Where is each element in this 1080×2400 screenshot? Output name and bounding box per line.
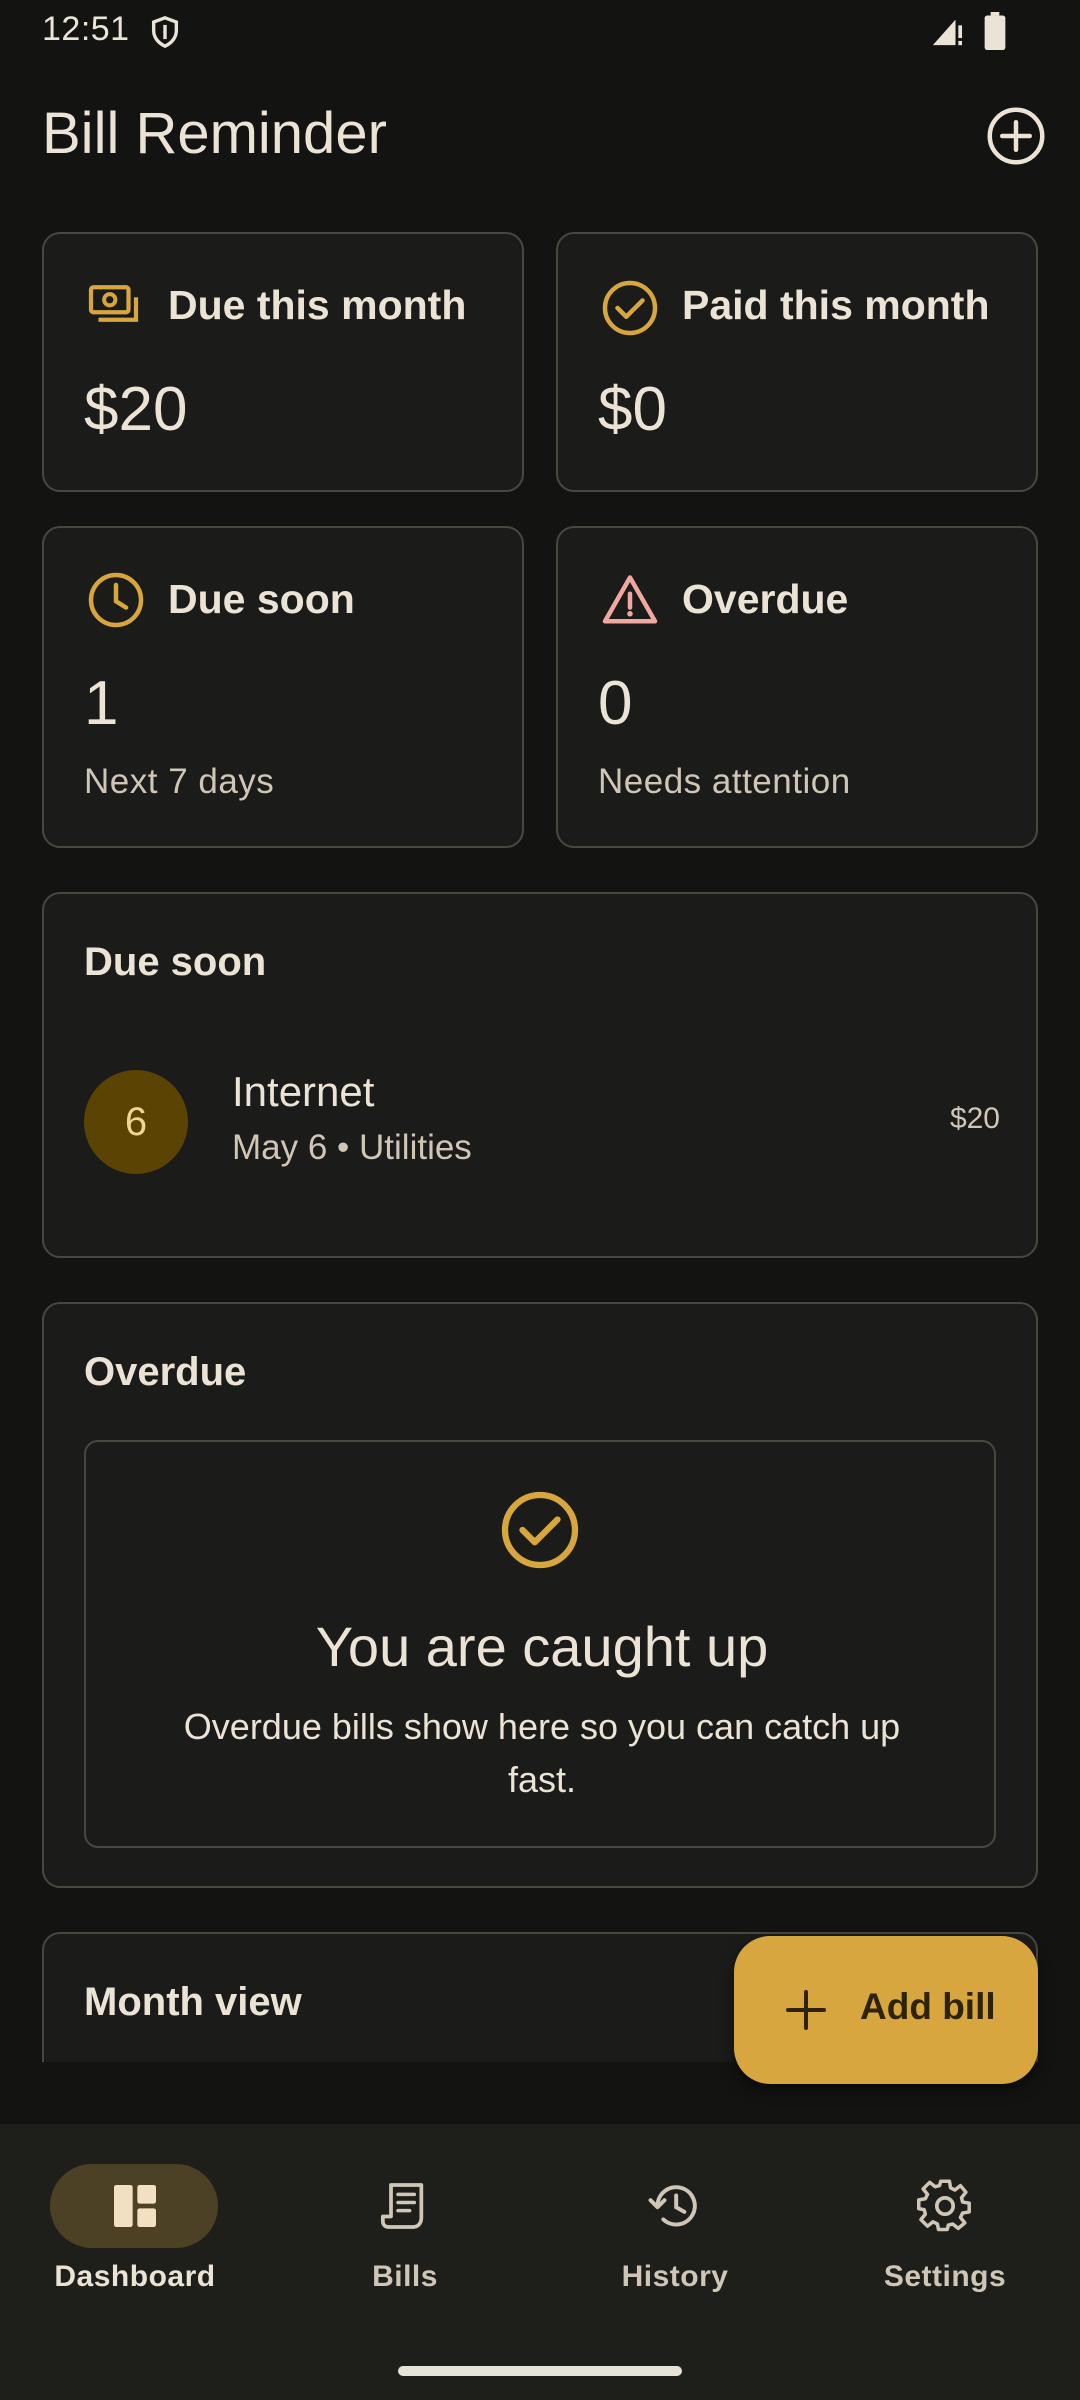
nav-label: Settings (883, 2260, 1007, 2293)
stat-label: Due this month (168, 282, 467, 328)
nav-label: Dashboard (54, 2260, 216, 2293)
bottom-navigation: Dashboard Bills History Settings (0, 2124, 1080, 2400)
bill-name: Internet (232, 1068, 375, 1115)
stat-card-due-this-month: Due this month $20 (42, 232, 524, 492)
nav-item-bills[interactable]: Bills (270, 2124, 540, 2324)
home-indicator[interactable] (398, 2366, 682, 2376)
stat-subtitle: Needs attention (598, 762, 851, 801)
status-bar: 12:51 (0, 0, 1080, 64)
stat-card-due-soon: Due soon 1 Next 7 days (42, 526, 524, 848)
add-bill-button[interactable]: Add bill (734, 1936, 1038, 2084)
section-title: Overdue (84, 1350, 247, 1394)
stat-value: $20 (84, 375, 188, 444)
overdue-section: Overdue You are caught up Overdue bills … (42, 1302, 1038, 1888)
bill-amount: $20 (949, 1102, 1000, 1135)
empty-state-title: You are caught up (315, 1615, 769, 1678)
receipt-icon (380, 2183, 424, 2229)
stat-label: Due soon (168, 576, 355, 622)
nav-item-settings[interactable]: Settings (810, 2124, 1080, 2324)
stat-card-paid-this-month: Paid this month $0 (556, 232, 1038, 492)
add-circle-icon[interactable] (986, 106, 1046, 166)
stat-subtitle: Next 7 days (84, 762, 275, 801)
clock-icon (88, 572, 144, 628)
bill-day-avatar: 6 (84, 1070, 188, 1174)
empty-state-description: Overdue bills show here so you can catch… (183, 1706, 901, 1800)
check-circle-icon (602, 280, 658, 336)
battery-icon (984, 12, 1006, 50)
check-circle-icon (501, 1491, 579, 1569)
warning-icon (602, 575, 658, 624)
nav-item-history[interactable]: History (540, 2124, 810, 2324)
dashboard-icon (114, 2185, 156, 2227)
stat-value: $0 (598, 375, 667, 444)
section-title: Month view (84, 1980, 302, 2024)
stat-label: Overdue (682, 576, 849, 622)
empty-state-card: You are caught up Overdue bills show her… (84, 1440, 996, 1848)
stat-label: Paid this month (682, 282, 990, 328)
plus-icon (786, 1990, 826, 2030)
nav-label: History (621, 2260, 729, 2293)
shield-icon (151, 16, 179, 49)
stat-card-overdue: Overdue 0 Needs attention (556, 526, 1038, 848)
payments-icon (88, 285, 139, 322)
add-bill-label: Add bill (860, 1986, 996, 2027)
app-title: Bill Reminder (42, 101, 387, 166)
stat-value: 0 (598, 669, 633, 738)
bill-meta: May 6 • Utilities (232, 1128, 472, 1167)
nav-item-dashboard[interactable]: Dashboard (0, 2124, 270, 2324)
gear-icon (917, 2179, 971, 2232)
history-icon (648, 2185, 697, 2227)
due-soon-section: Due soon 6 Internet May 6 • Utilities $2… (42, 892, 1038, 1258)
stat-value: 1 (84, 669, 119, 738)
status-time: 12:51 (42, 10, 130, 48)
signal-icon (932, 19, 963, 46)
nav-label: Bills (372, 2260, 438, 2293)
bill-list-item[interactable]: 6 Internet May 6 • Utilities $20 (44, 894, 1040, 1260)
